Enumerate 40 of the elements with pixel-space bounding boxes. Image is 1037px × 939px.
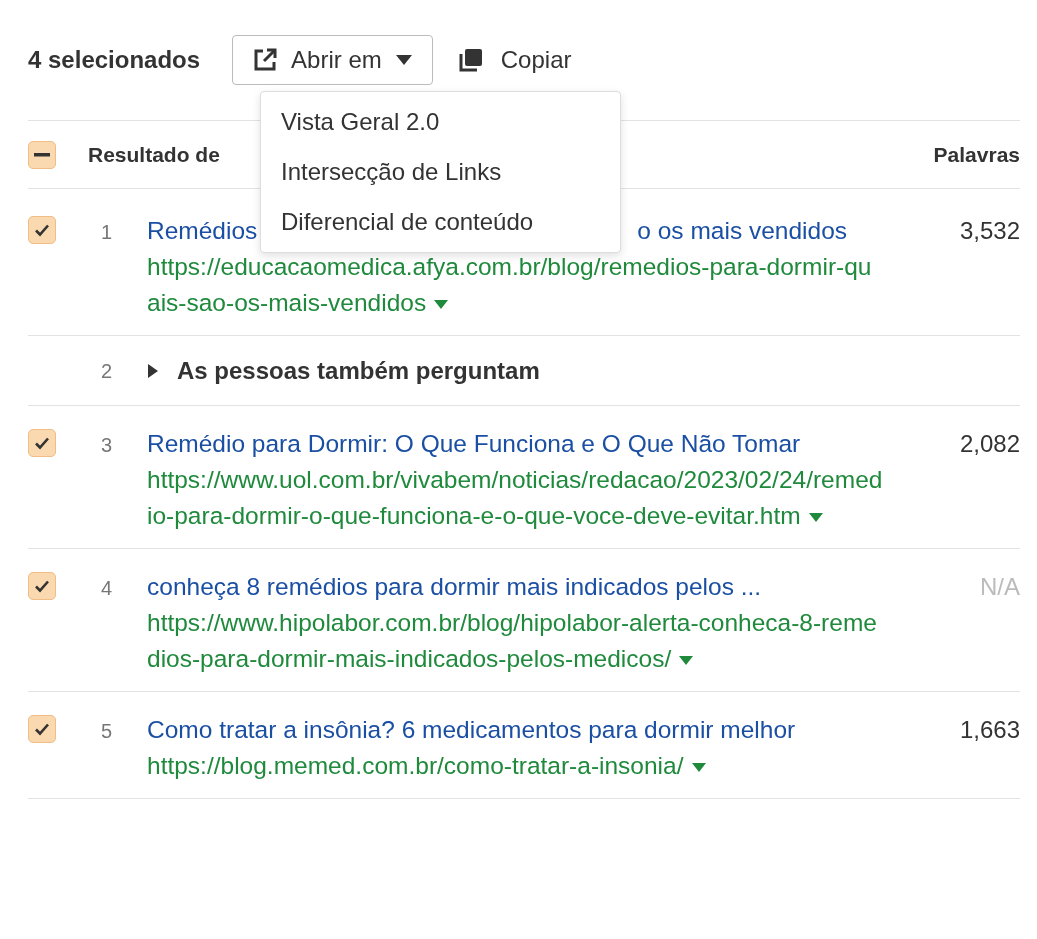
row-number: 2 bbox=[99, 358, 112, 384]
row-number: 1 bbox=[99, 220, 112, 245]
group-label: As pessoas também perguntam bbox=[177, 355, 540, 386]
row-number: 3 bbox=[99, 433, 112, 458]
caret-icon bbox=[395, 54, 412, 65]
external-link-icon bbox=[253, 47, 278, 72]
checkbox[interactable] bbox=[28, 715, 56, 743]
minus-icon bbox=[34, 152, 50, 157]
row-number: 4 bbox=[99, 576, 112, 601]
copy-icon bbox=[458, 47, 483, 72]
result-title-link[interactable]: Como tratar a insônia? 6 medicamentos para dormir melhor bbox=[147, 712, 796, 748]
checkbox[interactable] bbox=[28, 572, 56, 600]
column-header[interactable]: Palavras bbox=[933, 138, 1020, 171]
row-number: 5 bbox=[99, 719, 112, 744]
checkbox[interactable] bbox=[28, 216, 56, 244]
caret-icon[interactable] bbox=[434, 300, 449, 310]
word-count: N/A bbox=[979, 572, 1020, 602]
result-url[interactable]: https://www.hipolabor.com.br/blog/hipolabor-alerta-conheca-8-remedios-para-dormir-mais-indicados-pelos-medicos/ bbox=[147, 605, 885, 677]
menu-item[interactable]: Vista Geral 2.0 bbox=[261, 97, 620, 147]
word-count: 3,532 bbox=[958, 216, 1020, 246]
menu-item[interactable]: Diferencial de conteúdo bbox=[261, 197, 620, 247]
selection-count: 4 selecionados bbox=[28, 44, 201, 75]
menu-item[interactable]: Intersecção de Links bbox=[261, 147, 620, 197]
caret-icon[interactable] bbox=[691, 763, 706, 773]
word-count: 2,082 bbox=[958, 429, 1020, 459]
caret-icon[interactable] bbox=[808, 513, 823, 523]
copy-button[interactable]: Copiar bbox=[456, 34, 574, 85]
checkbox[interactable] bbox=[28, 429, 56, 457]
result-url[interactable]: https://educacaomedica.afya.com.br/blog/remedios-para-dormir-quais-sao-os-mais-vendidos bbox=[147, 249, 885, 321]
result-title-link[interactable]: Remédios bbox=[147, 213, 258, 249]
result-title-link[interactable]: Remédio para Dormir: O Que Funciona e O Que Não Tomar bbox=[147, 426, 801, 462]
word-count: 1,663 bbox=[958, 715, 1020, 745]
open-in-button[interactable]: Abrir em bbox=[232, 34, 433, 85]
result-title-link[interactable]: o os mais vendidos bbox=[637, 213, 848, 249]
result-url[interactable]: https://blog.memed.com.br/como-tratar-a-insonia/ bbox=[147, 748, 885, 784]
checkbox[interactable] bbox=[28, 140, 56, 169]
result-url[interactable]: https://www.uol.com.br/vivabem/noticias/redacao/2023/02/24/remedio-para-dormir-o-que-funciona-e-o-que-voce-deve-evitar.htm bbox=[147, 462, 885, 534]
expand-triangle-icon[interactable] bbox=[147, 363, 159, 378]
caret-icon[interactable] bbox=[679, 656, 694, 666]
result-title-link[interactable]: conheça 8 remédios para dormir mais indicados pelos ... bbox=[147, 569, 762, 605]
